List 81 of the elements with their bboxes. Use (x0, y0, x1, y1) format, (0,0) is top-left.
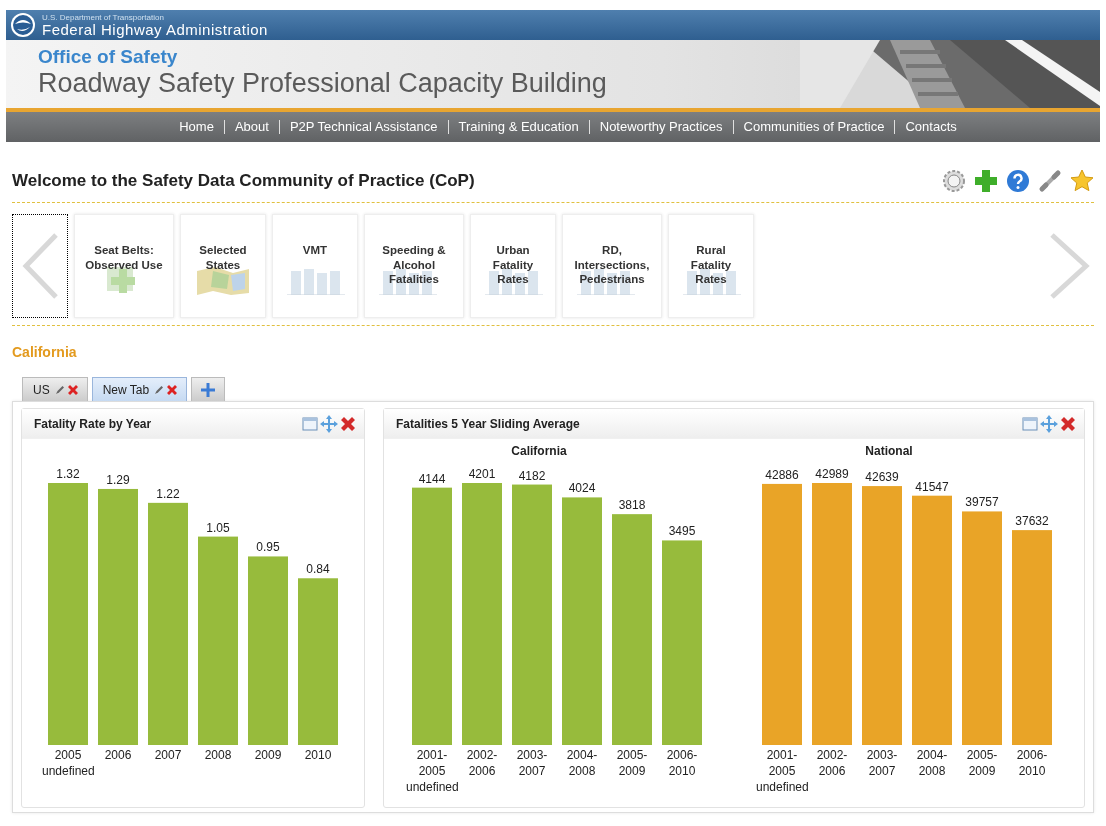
nav-link[interactable]: Home (169, 120, 224, 134)
axis-label: 2002-2006 (816, 748, 848, 778)
value-label: 1.05 (206, 520, 230, 535)
axis-label: 2005 (54, 748, 82, 762)
chart-title: California (511, 444, 567, 458)
value-label: 4182 (518, 468, 546, 483)
pencil-icon[interactable] (154, 384, 165, 395)
axis-label: 2004-2008 (566, 748, 598, 778)
axis-label: 2006 (104, 748, 132, 762)
axis-label: 2003-2007 (866, 748, 898, 778)
value-label: 42886 (765, 467, 799, 482)
value-label: 1.29 (106, 472, 130, 487)
circle-logo-icon (10, 12, 36, 38)
axis-label: 2008 (204, 748, 232, 762)
axis-label: 2005-2009 (966, 748, 998, 778)
tab[interactable]: US (22, 377, 88, 401)
add-icon[interactable] (974, 169, 998, 193)
axis-label: undefined (42, 764, 95, 778)
add-icon (201, 382, 216, 397)
close-icon[interactable] (340, 415, 356, 432)
carousel-item[interactable]: Selected States (180, 214, 266, 318)
axis-label: 2003-2007 (516, 748, 548, 778)
value-label: 0.84 (306, 562, 330, 577)
value-label: 4024 (568, 481, 596, 496)
value-label: 3495 (668, 524, 696, 539)
value-label: 42639 (865, 470, 899, 485)
link-icon[interactable] (1038, 169, 1062, 193)
section-heading: California (12, 344, 77, 360)
value-label: 39757 (965, 495, 999, 510)
site-title: Roadway Safety Professional Capacity Building (38, 68, 607, 99)
axis-label: 2006-2010 (666, 748, 698, 778)
chart-title: National (865, 444, 913, 458)
value-label: 3818 (618, 498, 646, 513)
value-label: 41547 (915, 479, 949, 494)
move-icon[interactable] (320, 414, 338, 433)
carousel-item[interactable]: RD, Intersections, Pedestrians (562, 214, 662, 318)
panel-title: Fatalities 5 Year Sliding Average (396, 416, 580, 431)
page-title: Welcome to the Safety Data Community of Practice (CoP) (12, 171, 475, 191)
chevron-left-icon (20, 231, 60, 301)
carousel-item[interactable]: VMT (272, 214, 358, 318)
carousel-item[interactable]: Seat Belts: Observed Use (74, 214, 174, 318)
axis-label: 2002-2006 (466, 748, 498, 778)
close-icon[interactable] (166, 383, 179, 396)
nav-link[interactable]: Training & Education (447, 120, 589, 134)
add-tab-button[interactable] (191, 377, 226, 401)
axis-label: 2005-2009 (616, 748, 648, 778)
axis-label: 2007 (154, 748, 182, 762)
carousel-item[interactable]: Rural Fatality Rates (668, 214, 754, 318)
axis-label: undefined (406, 780, 459, 794)
move-icon[interactable] (1040, 414, 1058, 433)
carousel-item[interactable]: Urban Fatality Rates (470, 214, 556, 318)
carousel-item[interactable]: Speeding & Alcohol Fatalities (364, 214, 464, 318)
axis-label: 2004-2008 (916, 748, 948, 778)
close-icon[interactable] (1060, 415, 1076, 432)
tab[interactable]: New Tab (91, 377, 188, 401)
value-label: 0.95 (256, 540, 280, 555)
axis-label: 2009 (254, 748, 282, 762)
help-icon[interactable] (1006, 169, 1030, 193)
value-label: 4144 (418, 471, 446, 486)
value-label: 4201 (468, 467, 496, 481)
previous-button[interactable] (12, 214, 68, 318)
pencil-icon[interactable] (54, 384, 65, 395)
panel-title: Fatality Rate by Year (34, 416, 152, 431)
star-icon[interactable] (1070, 169, 1094, 193)
department-name: U.S. Department of Transportation (42, 13, 165, 22)
office-name: Office of Safety (38, 46, 178, 68)
axis-label: 2010 (304, 748, 332, 762)
value-label: 37632 (1015, 514, 1049, 529)
nav-link[interactable]: P2P Technical Assistance (278, 120, 448, 134)
nav-link[interactable]: Noteworthy Practices (588, 120, 733, 134)
clock-icon[interactable] (942, 169, 966, 193)
value-label: 1.32 (56, 467, 80, 481)
agency-name: Federal Highway Administration (42, 21, 268, 37)
axis-label: undefined (756, 780, 809, 794)
value-label: 42989 (815, 467, 849, 481)
value-label: 1.22 (156, 486, 180, 501)
nav-link[interactable]: Communities of Practice (732, 120, 895, 134)
nav-link[interactable]: Contacts (894, 120, 967, 134)
nav-link[interactable]: About (223, 120, 279, 134)
close-icon[interactable] (66, 383, 79, 396)
axis-label: 2006-2010 (1016, 748, 1048, 778)
